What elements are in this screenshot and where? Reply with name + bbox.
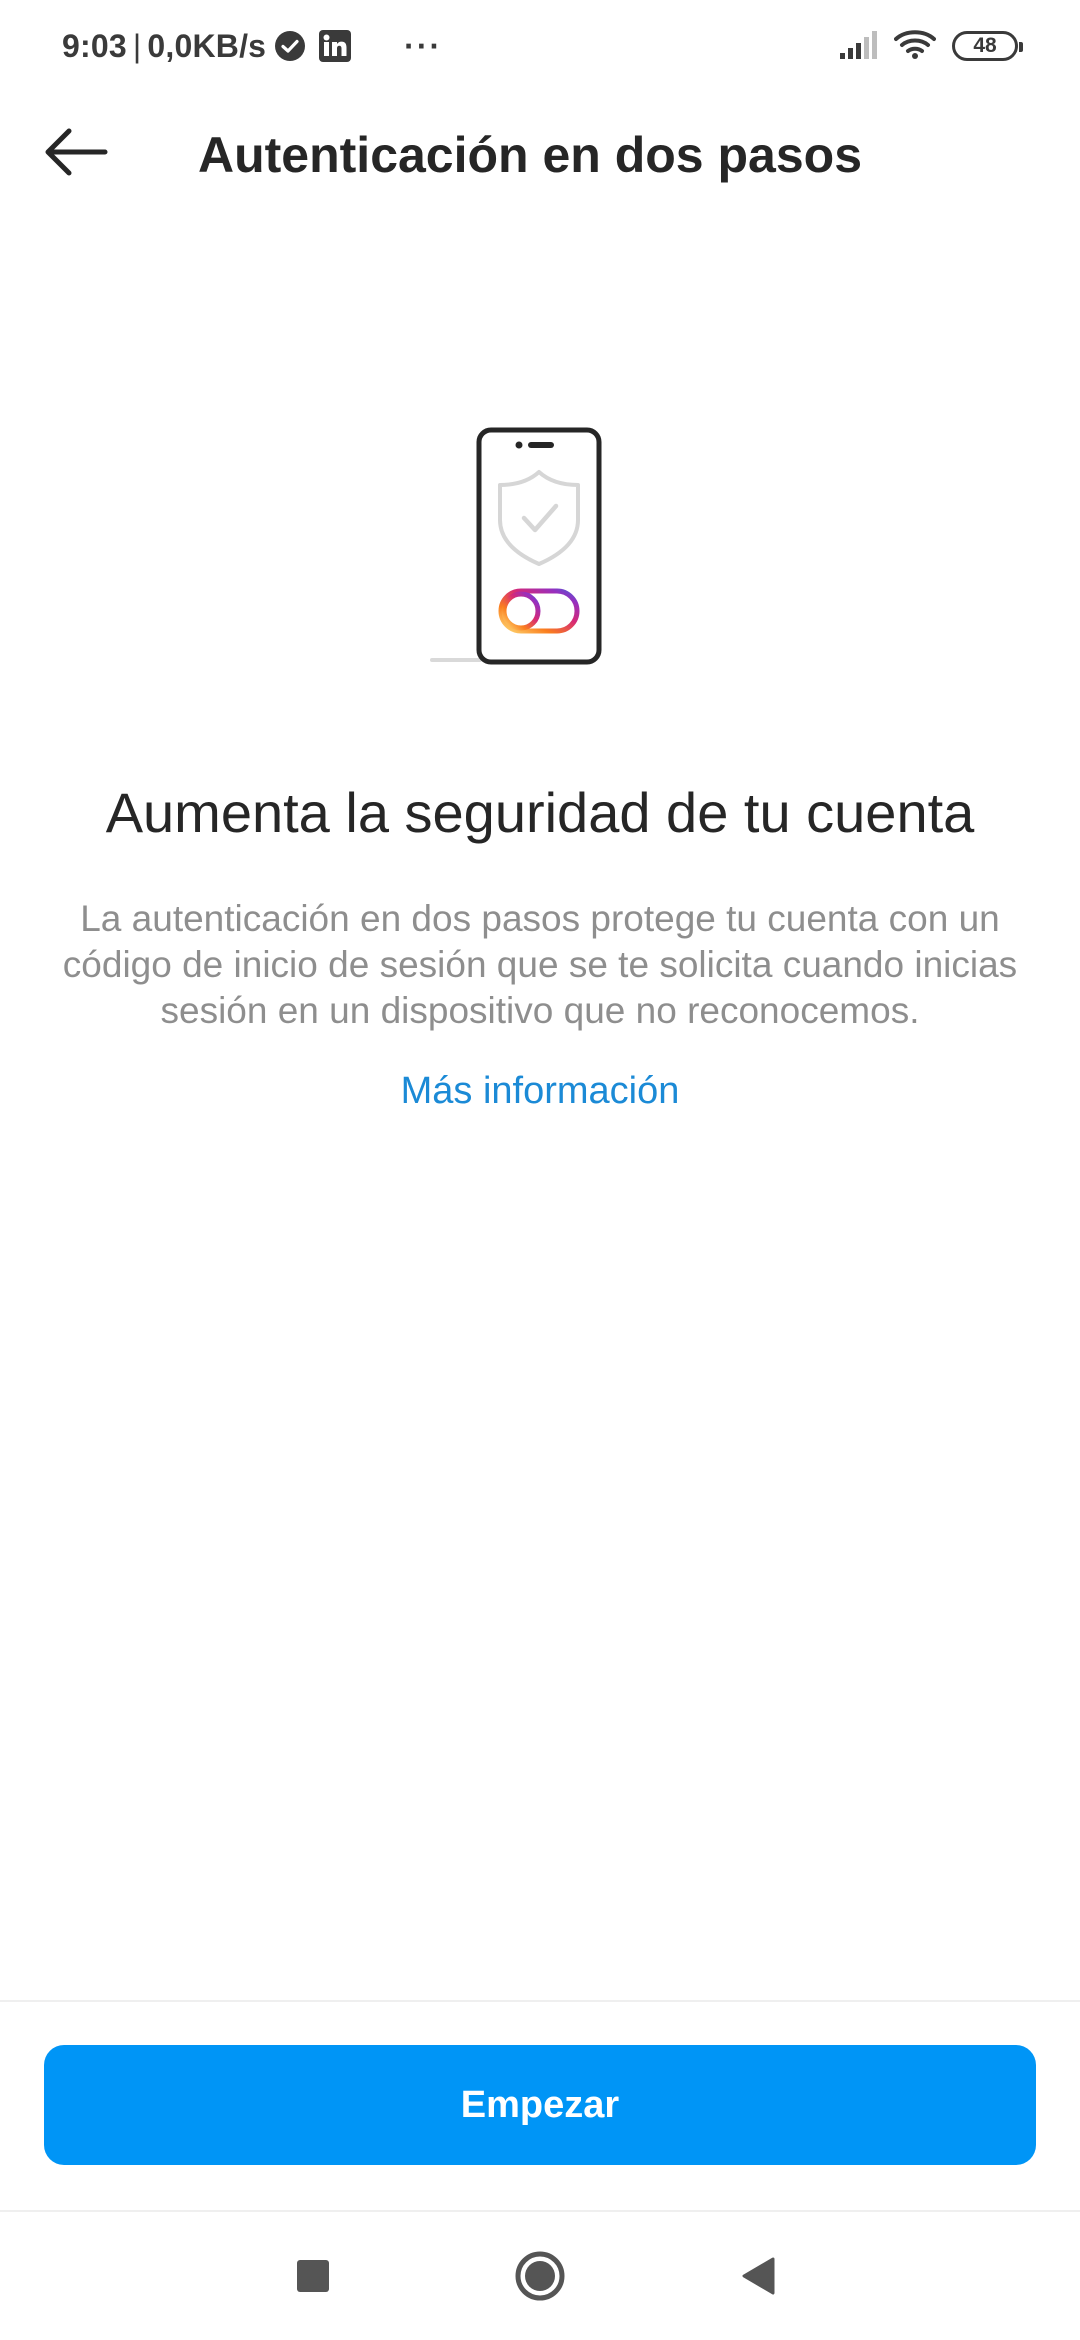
signal-icon (838, 29, 878, 64)
status-bar-right: 48 (838, 26, 1023, 66)
page-title: Autenticación en dos pasos (198, 127, 863, 183)
battery-level: 48 (973, 34, 997, 57)
home-circle-icon[interactable] (514, 2250, 566, 2302)
linkedin-icon (318, 29, 352, 63)
status-network-speed: 0,0KB/s (147, 27, 267, 64)
battery-icon: 48 (952, 31, 1023, 61)
system-navigation-bar (0, 2212, 1080, 2340)
arrow-left-icon (43, 126, 109, 183)
back-triangle-icon[interactable] (740, 2256, 776, 2296)
top-navigation: Autenticación en dos pasos (0, 100, 1080, 210)
verified-check-icon (274, 30, 306, 62)
status-time: 9:03 (62, 27, 127, 64)
status-separator: | (132, 27, 142, 64)
footer-divider (0, 2000, 1080, 2002)
back-button[interactable] (36, 118, 116, 190)
phone-shield-toggle-icon (420, 420, 620, 680)
status-bar: 9:03 | 0,0KB/s ··· 48 (0, 0, 1080, 92)
status-more-dots: ··· (404, 27, 443, 64)
status-bar-left: 9:03 | 0,0KB/s ··· (62, 26, 442, 66)
wifi-icon (894, 28, 936, 65)
more-info-link[interactable]: Más información (0, 1070, 1080, 1113)
description-text: La autenticación en dos pasos protege tu… (62, 898, 1018, 1031)
headline: Aumenta la seguridad de tu cuenta (105, 781, 975, 844)
recents-square-icon[interactable] (297, 2260, 329, 2292)
start-button[interactable]: Empezar (44, 2045, 1036, 2165)
